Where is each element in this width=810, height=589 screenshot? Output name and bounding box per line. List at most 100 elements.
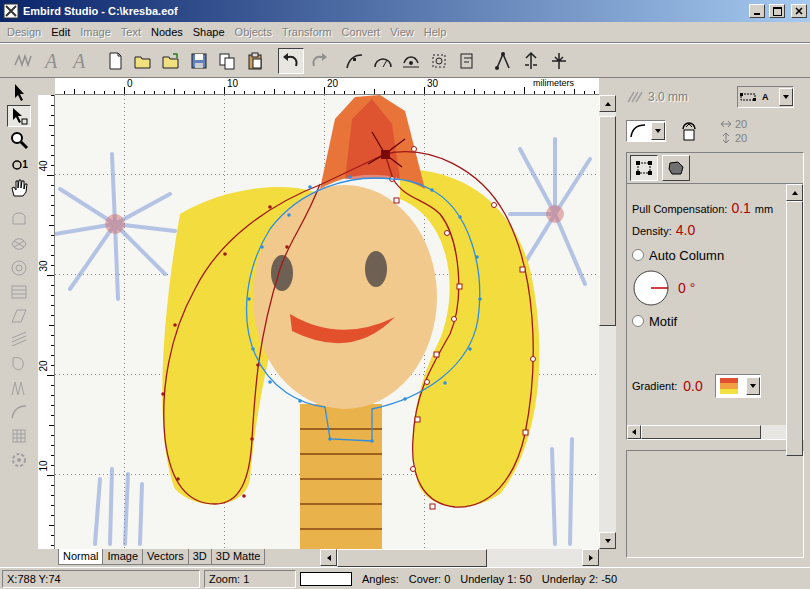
minimize-button[interactable] bbox=[749, 4, 765, 18]
scroll-thumb[interactable] bbox=[786, 201, 803, 456]
scroll-up-button[interactable] bbox=[599, 95, 616, 112]
density-value[interactable]: 4.0 bbox=[676, 222, 695, 238]
toolbar-button[interactable] bbox=[102, 48, 128, 74]
design-canvas[interactable] bbox=[55, 95, 599, 549]
fill-direction-icon bbox=[680, 120, 698, 142]
menu-item[interactable]: Objects bbox=[230, 24, 277, 40]
fill-direction-button[interactable] bbox=[680, 120, 698, 142]
parameter-tab[interactable] bbox=[630, 155, 658, 181]
dropdown-button[interactable] bbox=[746, 377, 760, 395]
view-tab-row: NormalImageVectors3D3D Matte bbox=[38, 549, 616, 567]
scroll-thumb[interactable] bbox=[337, 549, 487, 567]
tool-button[interactable] bbox=[7, 281, 31, 303]
menu-item[interactable]: Convert bbox=[337, 24, 386, 40]
horizontal-scrollbar[interactable] bbox=[320, 549, 599, 567]
dropdown-button[interactable] bbox=[779, 88, 793, 106]
tool-button[interactable] bbox=[7, 233, 31, 255]
menu-item[interactable]: View bbox=[385, 24, 419, 40]
toolbar-button[interactable] bbox=[130, 48, 156, 74]
toolbar-button[interactable] bbox=[398, 48, 424, 74]
toolbar-button[interactable] bbox=[370, 48, 396, 74]
menu-item[interactable]: Transform bbox=[277, 24, 337, 40]
view-tab[interactable]: 3D Matte bbox=[211, 549, 266, 565]
tool-button[interactable] bbox=[7, 177, 31, 199]
menu-item[interactable]: Design bbox=[2, 24, 46, 40]
tool-button[interactable] bbox=[7, 129, 31, 151]
dropdown-button[interactable] bbox=[651, 122, 665, 140]
tool-icon bbox=[9, 130, 29, 150]
tool-button[interactable] bbox=[7, 209, 31, 231]
tool-button[interactable]: 1 bbox=[7, 153, 31, 175]
parameter-content: Pull Compensation:0.1mmDensity:4.0Auto C… bbox=[627, 184, 786, 425]
gradient-dropdown[interactable] bbox=[715, 374, 761, 398]
close-icon bbox=[795, 7, 803, 15]
menu-item[interactable]: Help bbox=[419, 24, 452, 40]
vertical-scrollbar[interactable] bbox=[599, 95, 616, 549]
view-tab[interactable]: Normal bbox=[58, 549, 103, 565]
tool-button[interactable] bbox=[7, 425, 31, 447]
vertical-scrollbar[interactable] bbox=[786, 184, 803, 425]
parameter-tab[interactable] bbox=[662, 155, 690, 181]
fill-option[interactable]: Motif bbox=[632, 310, 786, 332]
ruler-label: 40 bbox=[39, 160, 49, 171]
scroll-thumb[interactable] bbox=[641, 425, 761, 439]
menu-item[interactable]: Edit bbox=[46, 24, 75, 40]
tool-icon-wrap bbox=[9, 178, 29, 198]
scroll-left-button[interactable] bbox=[320, 549, 337, 566]
toolbar-button[interactable] bbox=[306, 48, 332, 74]
tool-button[interactable] bbox=[7, 329, 31, 351]
scroll-left-button[interactable] bbox=[627, 425, 641, 439]
scroll-right-button[interactable] bbox=[582, 549, 599, 566]
menu-item[interactable]: Shape bbox=[188, 24, 230, 40]
maximize-button[interactable] bbox=[769, 4, 785, 18]
toolbar-button[interactable] bbox=[342, 48, 368, 74]
view-tab[interactable]: Image bbox=[102, 549, 143, 565]
tool-button[interactable] bbox=[7, 449, 31, 471]
tool-button[interactable] bbox=[7, 401, 31, 423]
toolbar: AA bbox=[0, 43, 810, 78]
stitch-type-dropdown[interactable]: A bbox=[737, 86, 794, 108]
angle-dial[interactable] bbox=[632, 269, 670, 307]
toolbar-button[interactable]: A bbox=[38, 48, 64, 74]
horizontal-scrollbar[interactable] bbox=[627, 425, 803, 439]
tool-icon-wrap bbox=[9, 354, 29, 374]
scroll-thumb[interactable] bbox=[599, 116, 616, 326]
gradient-value[interactable]: 0.0 bbox=[683, 378, 702, 394]
toolbar-button[interactable] bbox=[518, 48, 544, 74]
menu-item[interactable]: Nodes bbox=[146, 24, 188, 40]
tool-button[interactable] bbox=[7, 257, 31, 279]
tool-button[interactable] bbox=[7, 353, 31, 375]
toolbar-button[interactable] bbox=[10, 48, 36, 74]
pull-value[interactable]: 0.1 bbox=[731, 200, 750, 216]
menu-item[interactable]: Image bbox=[75, 24, 116, 40]
toolbar-button[interactable] bbox=[546, 48, 572, 74]
fill-option[interactable]: Auto Column bbox=[632, 244, 786, 266]
tool-button[interactable] bbox=[7, 305, 31, 327]
view-tab[interactable]: Vectors bbox=[142, 549, 189, 565]
view-tab[interactable]: 3D bbox=[188, 549, 212, 565]
close-button[interactable] bbox=[791, 4, 807, 18]
toolbar-icon-wrap bbox=[245, 51, 265, 71]
toolbar-button[interactable] bbox=[242, 48, 268, 74]
toolbar-button[interactable] bbox=[426, 48, 452, 74]
toolbar-button[interactable] bbox=[278, 48, 304, 74]
tool-icon-wrap bbox=[9, 330, 29, 350]
tool-icon bbox=[9, 210, 29, 230]
toolbar-button[interactable] bbox=[214, 48, 240, 74]
toolbar-button[interactable] bbox=[186, 48, 212, 74]
curve-dropdown[interactable] bbox=[626, 120, 666, 142]
cover-text: Cover: 0 bbox=[409, 573, 451, 585]
pull-unit: mm bbox=[755, 203, 773, 215]
tool-button[interactable] bbox=[7, 377, 31, 399]
menu-item[interactable]: Text bbox=[116, 24, 146, 40]
toolbar-button[interactable] bbox=[158, 48, 184, 74]
scroll-down-button[interactable] bbox=[599, 532, 616, 549]
toolbar-button[interactable] bbox=[454, 48, 480, 74]
scroll-up-button[interactable] bbox=[786, 184, 803, 201]
radio-button[interactable] bbox=[632, 315, 644, 327]
tool-button[interactable] bbox=[7, 105, 31, 127]
radio-button[interactable] bbox=[632, 249, 644, 261]
toolbar-button[interactable]: A bbox=[66, 48, 92, 74]
toolbar-button[interactable] bbox=[490, 48, 516, 74]
tool-button[interactable] bbox=[7, 81, 31, 103]
